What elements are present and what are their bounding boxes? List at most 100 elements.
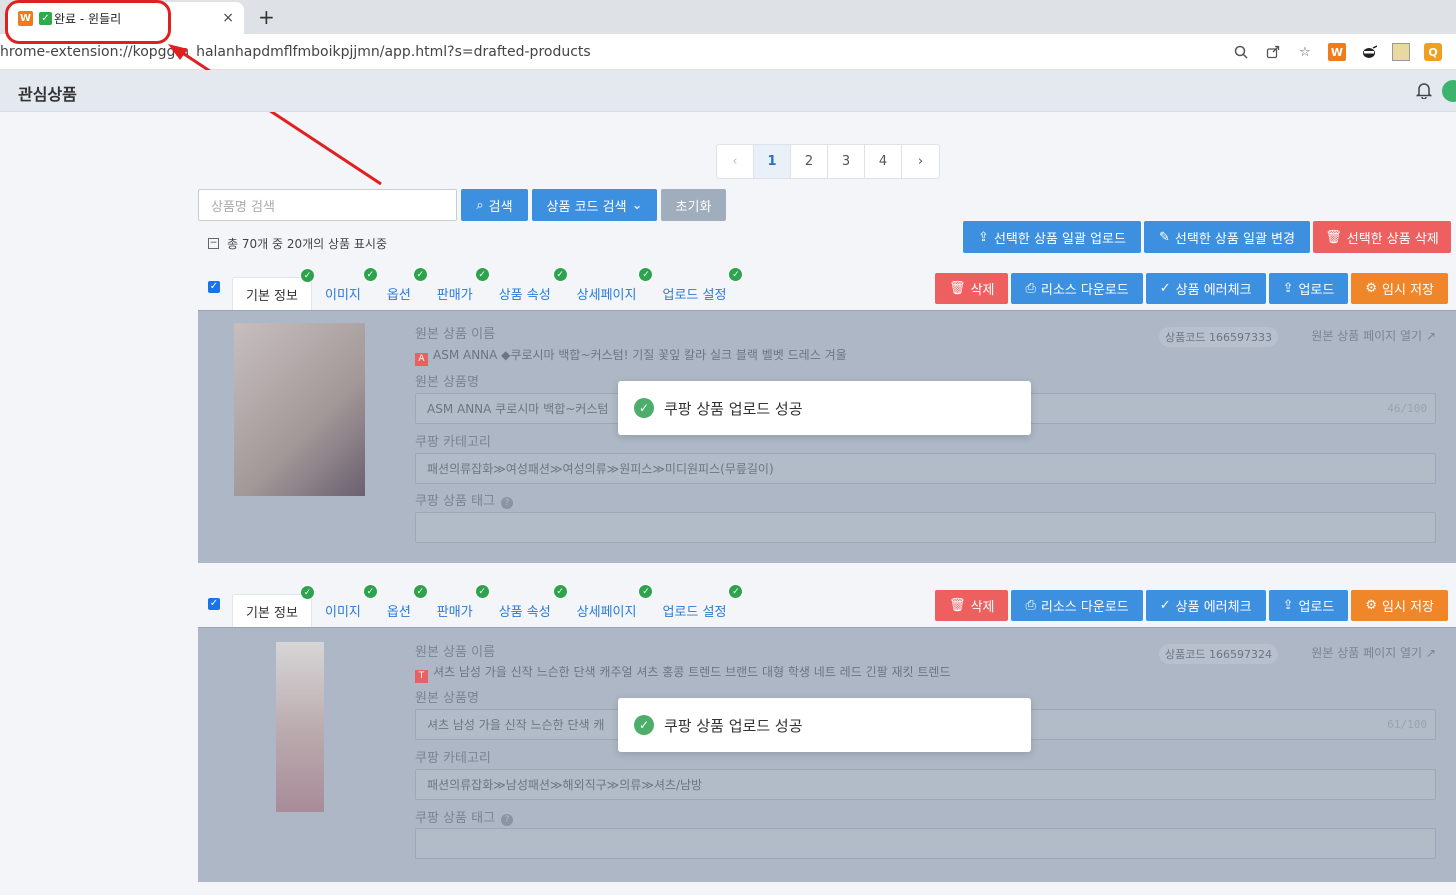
tab-attributes[interactable]: 상품 속성 ✓ [486,584,568,627]
upload-button[interactable]: ⇪ 업로드 [1268,273,1349,304]
close-tab-icon[interactable]: × [222,10,234,26]
tab-upload-settings[interactable]: 업로드 설정 ✓ [649,267,744,310]
tab-label: 옵션 [386,288,411,303]
tab-basic-info[interactable]: 기본 정보 ✓ [232,268,315,310]
category-input[interactable]: 패션의류잡화≫여성패션≫여성의류≫원피스≫미디원피스(무릎길이) [415,453,1436,484]
tab-price[interactable]: 판매가 ✓ [424,267,490,310]
tab-options[interactable]: 옵션 ✓ [374,584,428,627]
tab-images[interactable]: 이미지 ✓ [312,584,378,627]
open-source-link[interactable]: 원본 상품 페이지 열기 ↗ [1311,644,1436,661]
success-toast: ✓ 쿠팡 상품 업로드 성공 [618,698,1031,752]
delete-button[interactable]: 🗑 삭제 [935,590,1009,621]
product-name-label: 원본 상품명 [415,375,479,390]
error-check-button[interactable]: ✓ 상품 에러체크 [1145,273,1266,304]
product-card-tabs: ✓ 기본 정보 ✓ 이미지 ✓ 옵션 ✓ 판매가 ✓ 상품 속성 ✓ 상세페이지 ✓ 업로드… [198,584,1456,627]
category-label: 쿠팡 카테고리 [415,435,491,450]
bulk-delete-button[interactable]: 🗑 선택한 상품 삭제 [1313,221,1451,253]
app-header: 관심상품 [0,70,1456,112]
category-input[interactable]: 패션의류잡화≫남성패션≫해외직구≫의류≫셔츠/남방 [415,769,1436,800]
tags-input[interactable] [415,512,1436,543]
share-icon[interactable] [1264,43,1282,61]
open-source-label: 원본 상품 페이지 열기 [1311,646,1423,660]
page-1[interactable]: 1 [754,145,791,178]
tab-attributes[interactable]: 상품 속성 ✓ [486,267,568,310]
pagination: ‹ 1 2 3 4 › [716,144,940,179]
tab-label: 업로드 설정 [662,288,727,303]
product-thumbnail[interactable] [234,323,365,496]
product-name-value: ASM ANNA 쿠로시마 백합~커스텀 [427,402,609,416]
tab-price[interactable]: 판매가 ✓ [424,584,490,627]
collapse-icon[interactable]: − [208,238,219,249]
chevron-down-icon: ⌄ [631,197,643,213]
product-checkbox[interactable]: ✓ [208,598,220,610]
help-icon[interactable]: ? [501,497,514,509]
upload-button[interactable]: ⇪ 업로드 [1268,590,1349,621]
product-count-text: 총 70개 중 20개의 상품 표시중 [227,237,388,251]
product-code-badge: 상품코드 166597333 [1159,327,1278,347]
bookmark-star-icon[interactable]: ☆ [1296,43,1314,61]
code-search-dropdown[interactable]: 상품 코드 검색 ⌄ [532,189,657,221]
tab-images[interactable]: 이미지 ✓ [312,267,378,310]
help-icon[interactable]: ? [501,814,514,826]
annotation-circle [5,0,171,44]
external-link-icon: ↗ [1425,329,1436,343]
image-extension-icon[interactable] [1392,43,1410,61]
errorcheck-label: 상품 에러체크 [1175,283,1252,298]
pencil-icon: ✎ [1159,229,1170,245]
tags-input[interactable] [415,828,1436,859]
original-name-value: 셔츠 남성 가을 신작 느슨한 단색 캐주얼 셔츠 홍콩 트렌드 브랜드 대형 … [433,665,951,679]
tab-label: 상품 속성 [498,288,551,303]
error-check-button[interactable]: ✓ 상품 에러체크 [1145,590,1266,621]
check-icon: ✓ [1159,281,1171,296]
bulk-edit-button[interactable]: ✎ 선택한 상품 일괄 변경 [1144,221,1310,253]
toolbar-icons: ☆ W Q [1232,43,1442,61]
new-tab-button[interactable]: + [258,5,275,29]
delete-label: 삭제 [970,600,995,615]
resource-download-button[interactable]: ⎙ 리소스 다운로드 [1011,590,1143,621]
bell-icon[interactable] [1415,81,1433,103]
resource-download-button[interactable]: ⎙ 리소스 다운로드 [1011,273,1143,304]
page-2[interactable]: 2 [791,145,828,178]
ninja-extension-icon[interactable] [1360,43,1378,61]
pagination-next[interactable]: › [902,145,939,178]
delete-button[interactable]: 🗑 삭제 [935,273,1009,304]
temp-save-button[interactable]: ⚙ 임시 저장 [1351,273,1448,304]
original-name-value: ASM ANNA ◆쿠로시마 백합~커스텀! 기질 꽃잎 칼라 실크 블랙 벨벳… [433,348,847,362]
search-button[interactable]: ⌕ 검색 [461,189,528,221]
windly-extension-icon[interactable]: W [1328,43,1346,61]
tab-basic-info[interactable]: 기본 정보 ✓ [232,585,315,627]
temp-save-button[interactable]: ⚙ 임시 저장 [1351,590,1448,621]
product-thumbnail[interactable] [276,642,324,812]
upload-cloud-icon: ⇪ [978,229,989,245]
address-bar: hrome-extension://kopggm halanhapdmflfmb… [0,34,1456,70]
pagination-prev[interactable]: ‹ [717,145,754,178]
bulk-upload-button[interactable]: ⇪ 선택한 상품 일괄 업로드 [963,221,1141,253]
success-toast: ✓ 쿠팡 상품 업로드 성공 [618,381,1031,435]
tags-label-text: 쿠팡 상품 태그 [415,494,496,509]
page-4[interactable]: 4 [865,145,902,178]
tab-options[interactable]: 옵션 ✓ [374,267,428,310]
page-3[interactable]: 3 [828,145,865,178]
product-card-tabs: ✓ 기본 정보 ✓ 이미지 ✓ 옵션 ✓ 판매가 ✓ 상품 속성 ✓ 상세페이지 ✓ 업로드… [198,267,1456,310]
char-counter: 46/100 [1387,402,1427,415]
tags-label: 쿠팡 상품 태그? [415,807,514,826]
url-text[interactable]: hrome-extension://kopggm halanhapdmflfmb… [0,44,591,60]
product-card-body: 원본 상품 이름 상품코드 166597333 원본 상품 페이지 열기 ↗ A… [198,310,1456,563]
avatar[interactable] [1442,80,1456,102]
tab-detail-page[interactable]: 상세페이지 ✓ [564,267,654,310]
zoom-icon[interactable] [1232,43,1250,61]
upload-cloud-icon: ⇪ [1282,598,1294,613]
reset-button[interactable]: 초기화 [661,189,726,221]
original-name-label: 원본 상품 이름 [415,327,496,342]
check-circle-icon: ✓ [634,715,654,735]
tab-detail-page[interactable]: 상세페이지 ✓ [564,584,654,627]
external-link-icon: ↗ [1425,646,1436,660]
product-checkbox[interactable]: ✓ [208,281,220,293]
tags-label: 쿠팡 상품 태그? [415,490,514,509]
gear-icon: ⚙ [1365,598,1378,613]
bulk-upload-label: 선택한 상품 일괄 업로드 [993,231,1126,247]
q-extension-icon[interactable]: Q [1424,43,1442,61]
open-source-link[interactable]: 원본 상품 페이지 열기 ↗ [1311,327,1436,344]
tab-upload-settings[interactable]: 업로드 설정 ✓ [649,584,744,627]
product-search-input[interactable]: 상품명 검색 [198,189,457,221]
